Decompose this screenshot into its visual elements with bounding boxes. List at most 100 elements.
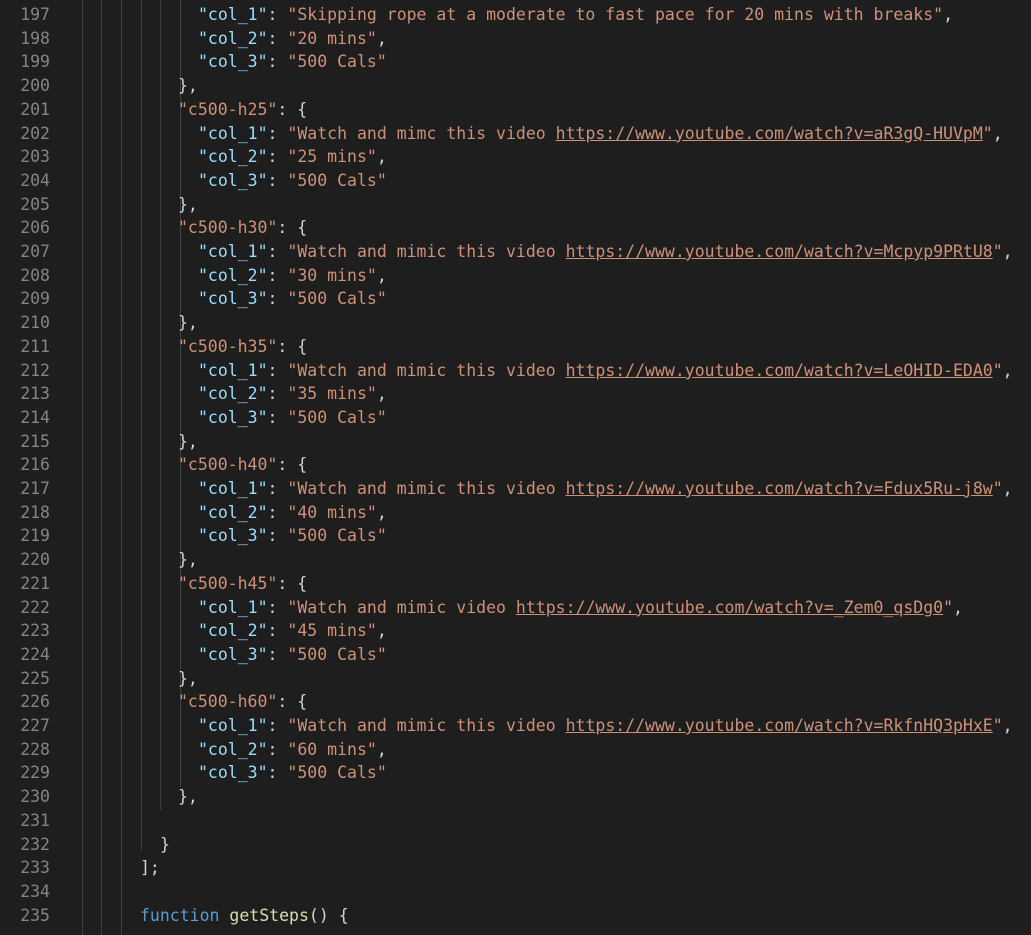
code-text[interactable]: ]; (140, 856, 160, 880)
code-line[interactable]: 232} (0, 833, 1031, 857)
code-line[interactable]: 215}, (0, 430, 1031, 454)
code-line[interactable]: 199 "col_3": "500 Cals" (0, 50, 1031, 74)
json-key: "col_1" (198, 123, 268, 143)
code-line[interactable]: 229 "col_3": "500 Cals" (0, 761, 1031, 785)
code-line[interactable]: 225}, (0, 667, 1031, 691)
punctuation: : (267, 28, 288, 48)
code-text[interactable]: "col_2": "40 mins", (198, 501, 387, 525)
code-line[interactable]: 231 (0, 809, 1031, 833)
code-line[interactable]: 204 "col_3": "500 Cals" (0, 169, 1031, 193)
url-link[interactable]: https://www.youtube.com/watch?v=aR3gQ-HU… (556, 124, 983, 143)
code-text[interactable]: "col_1": "Watch and mimic this video htt… (198, 240, 1013, 264)
code-text[interactable]: "col_1": "Watch and mimc this video http… (198, 122, 1003, 146)
punctuation: : (267, 360, 288, 380)
code-text[interactable]: "col_2": "25 mins", (198, 145, 387, 169)
string-literal: "500 Cals" (287, 407, 387, 427)
code-text[interactable]: }, (178, 430, 198, 454)
code-text[interactable]: "c500-h45": { (178, 572, 307, 596)
code-text[interactable]: "col_3": "500 Cals" (198, 50, 387, 74)
code-line[interactable]: 218 "col_2": "40 mins", (0, 501, 1031, 525)
code-text[interactable]: "col_1": "Watch and mimic video https://… (198, 596, 963, 620)
code-line[interactable]: 207 "col_1": "Watch and mimic this video … (0, 240, 1031, 264)
code-line[interactable]: 197 "col_1": "Skipping rope at a moderate… (0, 3, 1031, 27)
code-text[interactable]: }, (178, 193, 198, 217)
code-line[interactable]: 221 "c500-h45": { (0, 572, 1031, 596)
code-text[interactable]: }, (178, 74, 198, 98)
code-line[interactable]: 230}, (0, 785, 1031, 809)
code-line[interactable]: 224 "col_3": "500 Cals" (0, 643, 1031, 667)
code-line[interactable]: 233]; (0, 856, 1031, 880)
code-text[interactable]: "col_1": "Watch and mimic this video htt… (198, 477, 1013, 501)
json-key: "col_1" (198, 242, 268, 261)
code-line[interactable]: 201 "c500-h25": { (0, 98, 1031, 122)
code-text[interactable]: "c500-h60": { (178, 690, 307, 714)
code-editor[interactable]: 197 "col_1": "Skipping rope at a moderate… (0, 0, 1031, 935)
punctuation: , (1002, 479, 1013, 498)
code-line[interactable]: 220}, (0, 548, 1031, 572)
code-text[interactable]: "col_2": "45 mins", (198, 619, 387, 643)
code-line[interactable]: 205}, (0, 193, 1031, 217)
code-line[interactable]: 222 "col_1": "Watch and mimic video https… (0, 596, 1031, 620)
code-line[interactable]: 211 "c500-h35": { (0, 335, 1031, 359)
line-number: 202 (20, 123, 50, 143)
line-number: 212 (20, 360, 50, 380)
line-number: 219 (20, 526, 50, 546)
code-line[interactable]: 216 "c500-h40": { (0, 453, 1031, 477)
code-text[interactable]: "col_2": "30 mins", (198, 264, 387, 288)
url-link[interactable]: https://www.youtube.com/watch?v=Fdux5Ru-… (566, 479, 993, 498)
code-line[interactable]: 203 "col_2": "25 mins", (0, 145, 1031, 169)
code-line[interactable]: 212 "col_1": "Watch and mimic this video … (0, 359, 1031, 383)
url-link[interactable]: https://www.youtube.com/watch?v=LeOHID-E… (566, 361, 993, 380)
code-line[interactable]: 209 "col_3": "500 Cals" (0, 287, 1031, 311)
code-text[interactable]: "col_3": "500 Cals" (198, 169, 387, 193)
code-text[interactable]: }, (178, 311, 198, 335)
url-link[interactable]: https://www.youtube.com/watch?v=Mcpyp9PR… (566, 242, 993, 261)
string-literal: "500 Cals" (287, 763, 387, 783)
code-text[interactable]: "c500-h35": { (178, 335, 307, 359)
code-text[interactable]: "col_3": "500 Cals" (198, 524, 387, 548)
code-line[interactable]: 219 "col_3": "500 Cals" (0, 524, 1031, 548)
code-line[interactable]: 214 "col_3": "500 Cals" (0, 406, 1031, 430)
code-line[interactable]: 213 "col_2": "35 mins", (0, 382, 1031, 406)
code-text[interactable]: }, (178, 548, 198, 572)
code-text[interactable]: "col_2": "35 mins", (198, 382, 387, 406)
code-line[interactable]: 202 "col_1": "Watch and mimc this video h… (0, 122, 1031, 146)
code-text[interactable]: "c500-h25": { (178, 98, 307, 122)
code-text[interactable]: "c500-h40": { (178, 453, 307, 477)
code-text[interactable]: "col_3": "500 Cals" (198, 406, 387, 430)
code-text[interactable]: "col_1": "Watch and mimic this video htt… (198, 359, 1013, 383)
line-number: 231 (20, 810, 50, 830)
code-text[interactable]: "col_2": "20 mins", (198, 27, 387, 51)
code-text[interactable]: }, (178, 785, 198, 809)
code-text[interactable]: "col_3": "500 Cals" (198, 643, 387, 667)
code-line[interactable]: 234 (0, 880, 1031, 904)
code-line[interactable]: 200}, (0, 74, 1031, 98)
url-link[interactable]: https://www.youtube.com/watch?v=_Zem0_qs… (516, 598, 943, 617)
code-line[interactable]: 206 "c500-h30": { (0, 216, 1031, 240)
code-line[interactable]: 217 "col_1": "Watch and mimic this video … (0, 477, 1031, 501)
code-text[interactable]: } (160, 833, 170, 857)
code-text[interactable]: "col_1": "Watch and mimic this video htt… (198, 714, 1013, 738)
code-text[interactable]: function getSteps() { (140, 904, 349, 928)
code-line[interactable]: 208 "col_2": "30 mins", (0, 264, 1031, 288)
string-literal: "40 mins" (287, 502, 377, 522)
code-text[interactable]: }, (178, 667, 198, 691)
line-number: 208 (20, 265, 50, 285)
line-number: 205 (20, 194, 50, 214)
code-line[interactable]: 226 "c500-h60": { (0, 690, 1031, 714)
url-link[interactable]: https://www.youtube.com/watch?v=RkfnHQ3p… (566, 716, 993, 735)
code-text[interactable]: "col_3": "500 Cals" (198, 287, 387, 311)
code-line[interactable]: 223 "col_2": "45 mins", (0, 619, 1031, 643)
code-line[interactable]: 198 "col_2": "20 mins", (0, 27, 1031, 51)
code-text[interactable]: "c500-h30": { (178, 216, 307, 240)
code-text[interactable]: "col_3": "500 Cals" (198, 761, 387, 785)
json-key: "col_3" (198, 170, 268, 190)
code-text[interactable]: "col_1": "Skipping rope at a moderate to… (198, 3, 953, 27)
code-line[interactable]: 235 function getSteps() { (0, 904, 1031, 928)
code-line[interactable]: 210}, (0, 311, 1031, 335)
line-number: 221 (20, 573, 50, 593)
code-text[interactable]: "col_2": "60 mins", (198, 738, 387, 762)
code-line[interactable]: 228 "col_2": "60 mins", (0, 738, 1031, 762)
code-line[interactable]: 227 "col_1": "Watch and mimic this video … (0, 714, 1031, 738)
line-number: 229 (20, 763, 50, 783)
